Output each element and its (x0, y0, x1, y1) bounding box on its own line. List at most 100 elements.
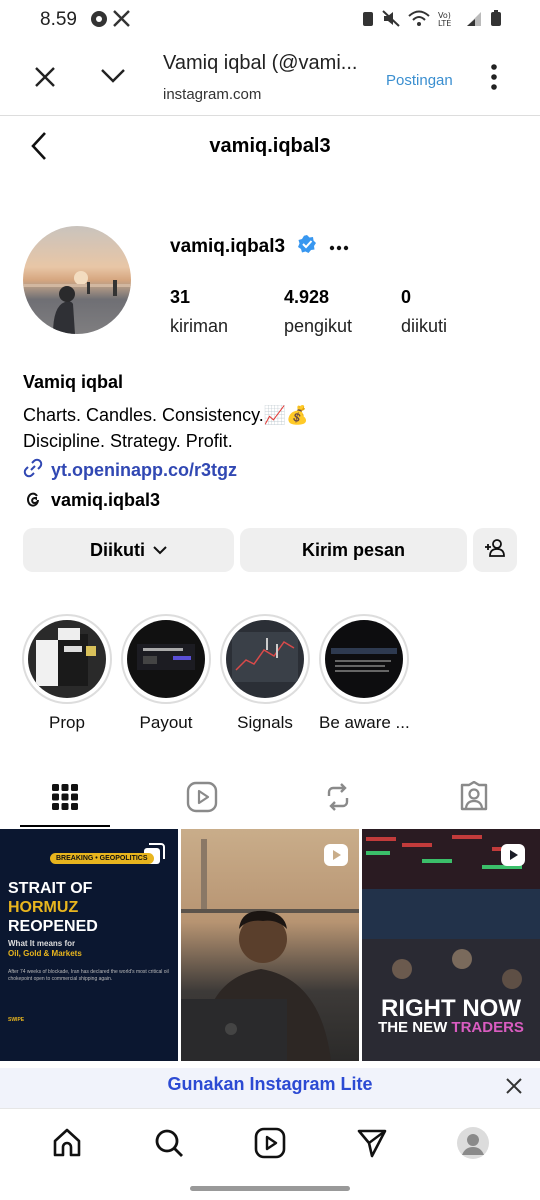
suggest-people-button[interactable] (473, 528, 517, 572)
nav-search[interactable] (149, 1125, 189, 1165)
posts-link[interactable]: Postingan (386, 72, 453, 89)
stat-following[interactable]: 0 diikuti (401, 287, 515, 337)
avatar[interactable] (23, 226, 131, 334)
wifi-icon (408, 10, 430, 26)
bio-line: Discipline. Strategy. Profit. (23, 431, 233, 451)
threads-row[interactable]: vamiq.iqbal3 (23, 488, 160, 513)
post-overlay-line2: THE NEW TRADERS (362, 1019, 540, 1036)
stat-label: kiriman (170, 316, 229, 336)
battery-icon (491, 10, 501, 26)
home-icon (51, 1127, 83, 1164)
highlight-label: Payout (139, 713, 193, 732)
active-tab-indicator (20, 825, 110, 827)
post-body: After 74 weeks of blockade, Iran has dec… (8, 969, 169, 982)
close-banner-icon[interactable] (506, 1078, 522, 1099)
highlight-payout[interactable]: Payout (121, 614, 211, 733)
verified-badge-icon (297, 234, 317, 259)
bio-line: Charts. Candles. Consistency.📈💰 (23, 405, 309, 425)
status-time: 8.59 (40, 9, 77, 30)
battery-saver-icon (363, 12, 373, 26)
highlight-label: Be aware ... (319, 713, 410, 732)
header-username: vamiq.iqbal3 (209, 135, 331, 157)
post-hormuz[interactable]: BREAKING • GEOPOLITICS STRAIT OF HORMUZ … (0, 829, 178, 1061)
webview-title: Vamiq iqbal (@vami... (163, 52, 358, 74)
nav-home[interactable] (47, 1125, 87, 1165)
add-person-icon (484, 538, 506, 562)
overlay-pink-text: TRADERS (451, 1019, 524, 1036)
profile-link-row[interactable]: yt.openinapp.co/r3tgz (23, 458, 237, 483)
nav-profile[interactable] (453, 1125, 493, 1165)
send-message-button[interactable]: Kirim pesan (240, 528, 467, 572)
more-vertical-icon[interactable] (490, 64, 498, 95)
headline-line: REOPENED (8, 918, 98, 935)
post-reel-trading-floor[interactable]: RIGHT NOW THE NEW TRADERS (362, 829, 540, 1061)
tab-reels[interactable] (157, 772, 247, 826)
post-tag: BREAKING • GEOPOLITICS (50, 853, 154, 864)
profile-link[interactable]: yt.openinapp.co/r3tgz (51, 460, 237, 481)
headline-line: STRAIT OF (8, 880, 93, 897)
highlight-thumbnail (325, 620, 403, 698)
profile-tabs (0, 772, 540, 828)
highlight-thumbnail (127, 620, 205, 698)
profile-bio: Charts. Candles. Consistency.📈💰 Discipli… (23, 402, 309, 454)
nav-messages[interactable] (352, 1125, 392, 1165)
following-button[interactable]: Diikuti (23, 528, 234, 572)
highlight-prop[interactable]: Prop (22, 614, 112, 733)
profile-full-name: Vamiq iqbal (23, 372, 124, 392)
settings-gear-status-icon (90, 10, 108, 33)
chevron-down-icon[interactable] (100, 68, 126, 89)
post-subhead: What It means for (8, 939, 76, 948)
status-icons: Vo) LTE (362, 10, 502, 27)
search-icon (153, 1127, 185, 1164)
post-reel-person-laptop[interactable] (181, 829, 359, 1061)
stat-value: 0 (401, 287, 412, 307)
send-direct-icon (356, 1127, 388, 1164)
instagram-lite-banner[interactable]: Gunakan Instagram Lite (0, 1068, 540, 1108)
headline-line: HORMUZ (8, 899, 79, 916)
send-message-label: Kirim pesan (301, 539, 406, 560)
post-subhead-2: Oil, Gold & Markets (8, 949, 82, 958)
close-icon[interactable] (34, 66, 56, 93)
webview-toolbar: Vamiq iqbal (@vami... instagram.com Post… (0, 40, 540, 116)
grid-icon (51, 783, 79, 816)
profile-username-row: vamiq.iqbal3 (170, 234, 349, 259)
threads-handle[interactable]: vamiq.iqbal3 (51, 490, 160, 511)
nav-reels[interactable] (250, 1125, 290, 1165)
volte-icon: Vo)LTE (438, 11, 451, 27)
x-app-icon (113, 10, 130, 32)
chevron-down-icon (153, 545, 167, 555)
mute-icon (382, 10, 400, 27)
profile-avatar-icon (456, 1126, 490, 1165)
webview-url: instagram.com (163, 86, 262, 103)
highlight-ring (319, 614, 409, 704)
highlight-signals[interactable]: Signals (220, 614, 310, 733)
profile-stats: 31 kiriman 4.928 pengikut 0 diikuti (170, 287, 515, 337)
more-options-icon[interactable] (329, 238, 349, 256)
link-icon (23, 458, 43, 483)
highlight-be-aware[interactable]: Be aware ... (319, 614, 410, 733)
following-label: Diikuti (89, 539, 145, 560)
tab-tagged[interactable] (429, 772, 519, 826)
threads-icon (23, 488, 43, 513)
highlight-ring (22, 614, 112, 704)
reels-icon (254, 1127, 286, 1164)
svg-text:LTE: LTE (438, 19, 451, 27)
stat-value: 31 (170, 287, 191, 307)
stat-posts[interactable]: 31 kiriman (170, 287, 284, 337)
stat-value: 4.928 (284, 287, 330, 307)
posts-grid: BREAKING • GEOPOLITICS STRAIT OF HORMUZ … (0, 829, 540, 1061)
post-swipe: SWIPE (8, 1017, 25, 1023)
banner-text[interactable]: Gunakan Instagram Lite (0, 1074, 540, 1095)
home-indicator (190, 1186, 350, 1191)
status-bar: 8.59 Vo) LTE (0, 0, 540, 40)
stat-label: diikuti (401, 316, 448, 336)
post-headline: STRAIT OF HORMUZ REOPENED (8, 879, 98, 936)
stat-followers[interactable]: 4.928 pengikut (284, 287, 401, 337)
tab-reposts[interactable] (293, 772, 383, 826)
signal-icon (467, 12, 481, 26)
overlay-white-text: THE NEW (378, 1019, 452, 1036)
tab-posts-grid[interactable] (20, 772, 110, 826)
highlight-label: Prop (49, 713, 85, 732)
repost-icon (323, 782, 353, 817)
highlight-label: Signals (237, 713, 293, 732)
